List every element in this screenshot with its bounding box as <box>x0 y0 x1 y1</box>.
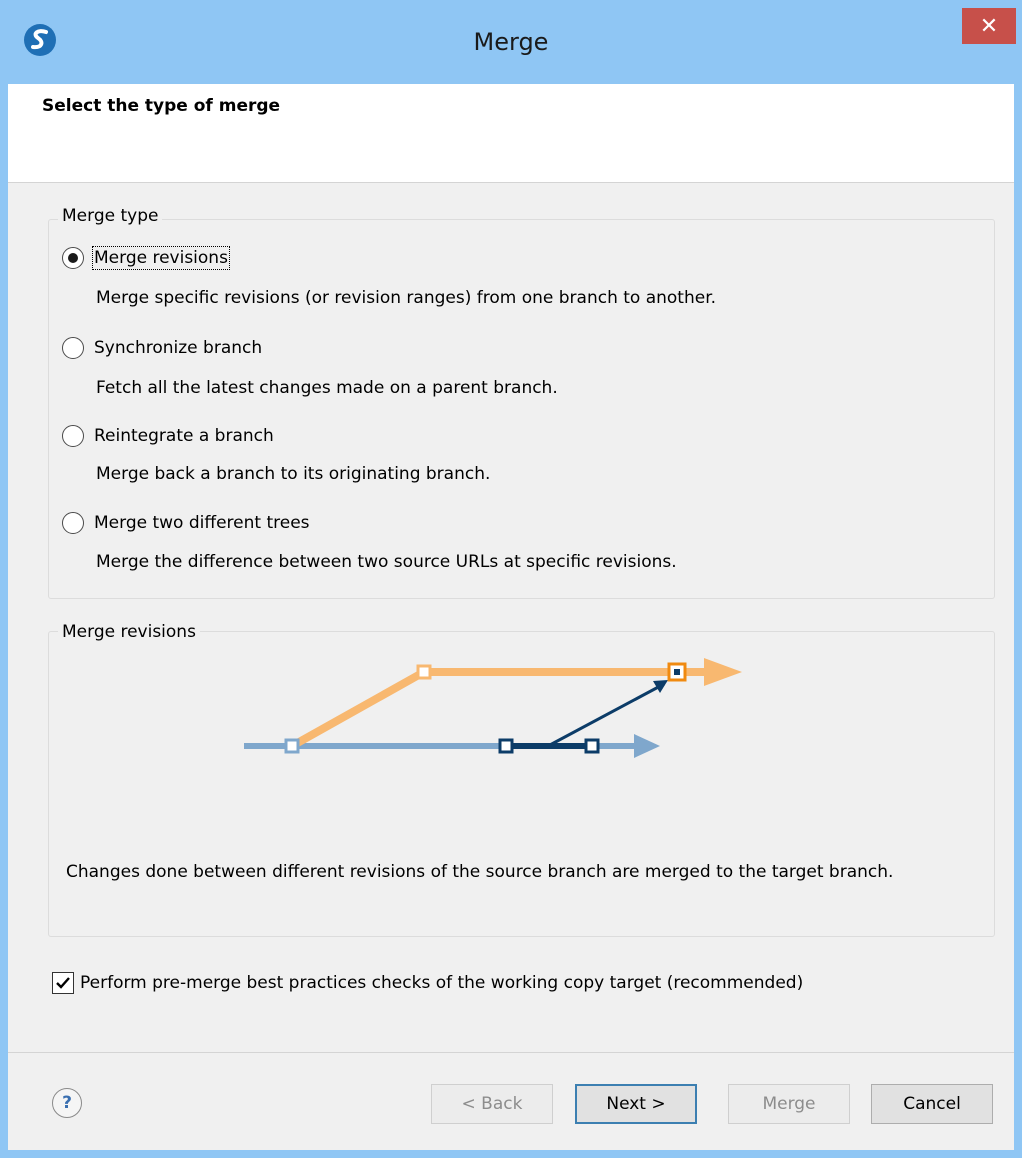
checkmark-icon <box>56 977 70 989</box>
close-icon: ✕ <box>979 13 999 39</box>
branch-point-node <box>284 738 300 754</box>
title-bar[interactable]: Merge ✕ <box>0 0 1022 84</box>
merge-arrowhead <box>653 680 668 693</box>
precheck-checkbox[interactable] <box>52 972 74 994</box>
merge-arrow-line <box>547 682 665 748</box>
target-start-node <box>416 664 432 680</box>
source-branch-arrowhead <box>634 734 660 758</box>
target-branch-line <box>290 668 706 750</box>
precheck-label: Perform pre-merge best practices checks … <box>80 973 804 993</box>
revision-start-node <box>498 738 514 754</box>
back-button[interactable]: < Back <box>431 1084 553 1124</box>
cancel-button[interactable]: Cancel <box>871 1084 993 1124</box>
button-bar-divider <box>8 1052 1014 1053</box>
merge-diagram-description: Changes done between different revisions… <box>66 862 894 882</box>
target-branch-arrowhead <box>704 658 742 686</box>
revision-end-node <box>584 738 600 754</box>
merge-dialog: Merge ✕ Select the type of merge Merge t… <box>0 0 1022 1158</box>
merge-button[interactable]: Merge <box>728 1084 850 1124</box>
next-button[interactable]: Next > <box>575 1084 697 1124</box>
close-button[interactable]: ✕ <box>962 8 1016 44</box>
precheck-option[interactable]: Perform pre-merge best practices checks … <box>52 972 803 994</box>
help-button[interactable]: ? <box>52 1088 82 1118</box>
help-icon: ? <box>62 1093 72 1113</box>
window-title: Merge <box>473 28 549 56</box>
dialog-body: Select the type of merge Merge type Merg… <box>8 84 1014 1150</box>
merge-result-node-core <box>674 669 680 675</box>
